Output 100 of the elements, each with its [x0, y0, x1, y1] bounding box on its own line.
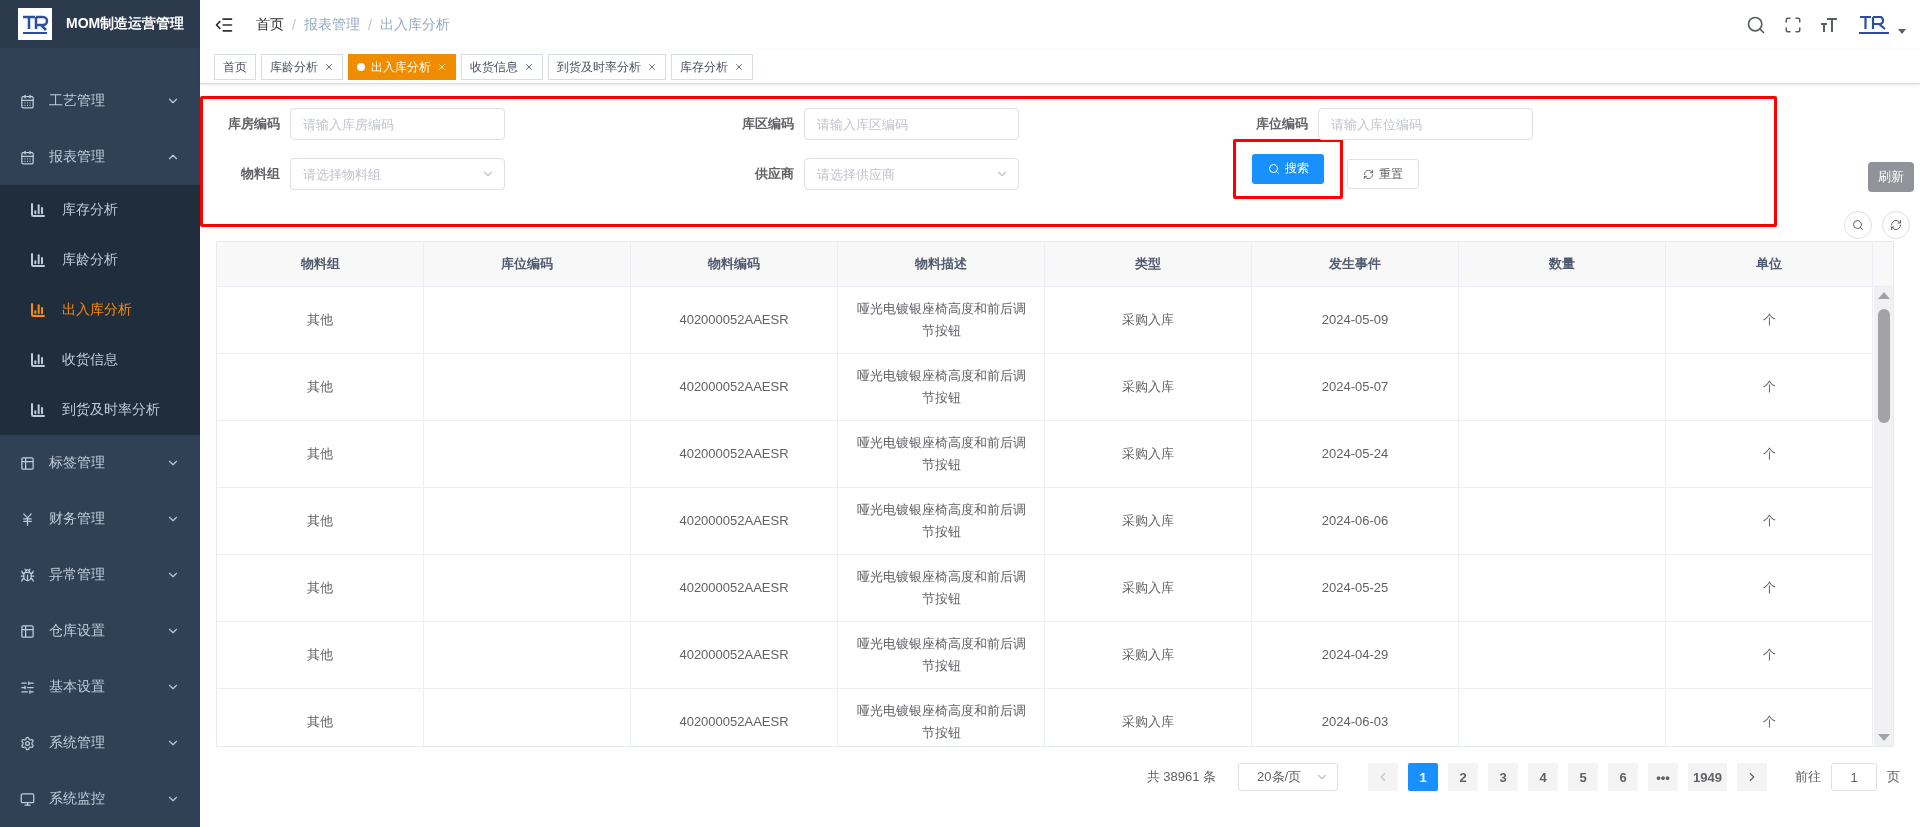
search-icon[interactable]: [1746, 15, 1766, 35]
table-cell-text: 个: [1762, 579, 1776, 597]
table-cell-text: 采购入库: [1122, 445, 1174, 463]
search-toggle-button[interactable]: [1844, 211, 1872, 239]
monitor-icon: [20, 791, 35, 807]
sidebar-item[interactable]: 工艺管理: [0, 73, 200, 129]
bar-chart-icon: [30, 252, 46, 268]
calendar-icon: [20, 149, 35, 165]
breadcrumb-item[interactable]: 首页: [256, 16, 284, 34]
submenu-item[interactable]: 收货信息: [0, 335, 200, 385]
column-header: 物料组: [217, 242, 424, 286]
breadcrumb-item: 报表管理: [303, 16, 360, 34]
bar-chart-icon: [30, 202, 46, 218]
page-tab[interactable]: 收货信息: [461, 54, 543, 80]
field-label: 供应商: [753, 165, 794, 183]
field-label: 库房编码: [227, 115, 280, 133]
table-cell-text: 哑光电镀银座椅高度和前后调节按钮: [855, 501, 1027, 541]
page-button[interactable]: 2: [1448, 763, 1479, 791]
table-cell-text: 哑光电镀银座椅高度和前后调节按钮: [855, 367, 1027, 407]
input-field[interactable]: 请输入库房编码: [290, 108, 505, 140]
table-cell-text: 采购入库: [1122, 378, 1174, 396]
page-tab[interactable]: 库龄分析: [261, 54, 343, 80]
table-cell-text: 其他: [307, 311, 333, 329]
page-button[interactable]: 4: [1528, 763, 1559, 791]
table-cell-text: 402000052AAESR: [679, 378, 789, 396]
page-tab[interactable]: 库存分析: [671, 54, 753, 80]
table-cell-text: 个: [1762, 713, 1776, 731]
submenu-item[interactable]: 出入库分析: [0, 285, 200, 335]
table-cell-text: 采购入库: [1122, 646, 1174, 664]
sidebar-item[interactable]: 财务管理: [0, 491, 200, 547]
breadcrumb-separator: /: [292, 17, 296, 33]
avatar-logo-icon[interactable]: [1856, 14, 1892, 36]
close-icon[interactable]: [324, 62, 334, 72]
table-cell-text: 个: [1762, 445, 1776, 463]
grid-icon: [20, 623, 35, 639]
caret-icon[interactable]: [1898, 29, 1906, 35]
table-cell-text: 个: [1762, 378, 1776, 396]
submenu-item[interactable]: 到货及时率分析: [0, 385, 200, 435]
app-title: MOM制造运营管理: [66, 15, 185, 33]
table-cell-text: 其他: [307, 579, 333, 597]
bar-chart-icon: [30, 352, 46, 368]
page-input[interactable]: 1: [1831, 763, 1877, 791]
bug-icon: [20, 567, 35, 583]
calendar-icon: [20, 93, 35, 109]
table-cell-text: 2024-05-09: [1321, 311, 1389, 329]
table-cell-text: 其他: [307, 512, 333, 530]
select-field[interactable]: 请选择供应商: [804, 158, 1019, 190]
input-field[interactable]: 请输入库区编码: [804, 108, 1019, 140]
table-cell-text: 个: [1762, 311, 1776, 329]
table-cell-text: 其他: [307, 713, 333, 731]
select-field[interactable]: 请选择物料组: [290, 158, 505, 190]
fullscreen-icon[interactable]: [1784, 16, 1802, 34]
table-cell-text: 2024-06-03: [1321, 713, 1389, 731]
table-cell-text: 采购入库: [1122, 579, 1174, 597]
page-button[interactable]: 5: [1568, 763, 1599, 791]
page-button[interactable]: 1949: [1688, 763, 1727, 791]
breadcrumb-separator: /: [367, 17, 372, 33]
goto-label: 前往: [1795, 768, 1821, 786]
column-header: 物料描述: [838, 242, 1045, 286]
table-cell-text: 采购入库: [1122, 311, 1174, 329]
table-cell-text: 其他: [307, 445, 333, 463]
sidebar-item[interactable]: 基本设置: [0, 659, 200, 715]
table-cell-text: 采购入库: [1122, 713, 1174, 731]
logo-icon: [18, 8, 52, 40]
column-header: 数量: [1459, 242, 1666, 286]
page-button[interactable]: 6: [1608, 763, 1639, 791]
close-icon[interactable]: [647, 62, 657, 72]
sidebar-item[interactable]: 仓库设置: [0, 603, 200, 659]
field-label: 库位编码: [1255, 115, 1308, 133]
page-size-select[interactable]: 20条/页: [1238, 763, 1339, 791]
submenu-item[interactable]: 库龄分析: [0, 235, 200, 285]
refresh-button[interactable]: [1882, 211, 1910, 239]
table-cell-text: 采购入库: [1122, 512, 1174, 530]
table-cell-text: 2024-06-06: [1321, 512, 1389, 530]
sidebar-item[interactable]: 报表管理: [0, 129, 200, 185]
field-label: 物料组: [240, 165, 280, 183]
close-icon[interactable]: [734, 62, 744, 72]
field-label: 库区编码: [741, 115, 794, 133]
reset-button[interactable]: 重置: [1347, 159, 1419, 189]
table-cell-text: 个: [1762, 646, 1776, 664]
sidebar-item[interactable]: 异常管理: [0, 547, 200, 603]
font-size-icon[interactable]: [1820, 16, 1838, 34]
page-tab[interactable]: 首页: [214, 54, 256, 80]
close-icon[interactable]: [524, 62, 534, 72]
scrollbar[interactable]: [1874, 287, 1893, 746]
column-header: 单位: [1666, 242, 1873, 286]
page-button[interactable]: •••: [1648, 763, 1679, 791]
input-field[interactable]: 请输入库位编码: [1318, 108, 1533, 140]
menu-icon[interactable]: [214, 15, 234, 35]
submenu-item[interactable]: 库存分析: [0, 185, 200, 235]
sidebar-item[interactable]: 系统管理: [0, 715, 200, 771]
grid-icon: [20, 455, 35, 471]
column-header: 发生事件: [1252, 242, 1459, 286]
page-tab[interactable]: 到货及时率分析: [548, 54, 666, 80]
sidebar-item[interactable]: 系统监控: [0, 771, 200, 827]
page-button[interactable]: 3: [1488, 763, 1519, 791]
table-cell-text: 2024-05-24: [1321, 445, 1389, 463]
table-cell-text: 402000052AAESR: [679, 311, 789, 329]
bar-chart-icon: [30, 402, 46, 418]
sidebar-item[interactable]: 标签管理: [0, 435, 200, 491]
